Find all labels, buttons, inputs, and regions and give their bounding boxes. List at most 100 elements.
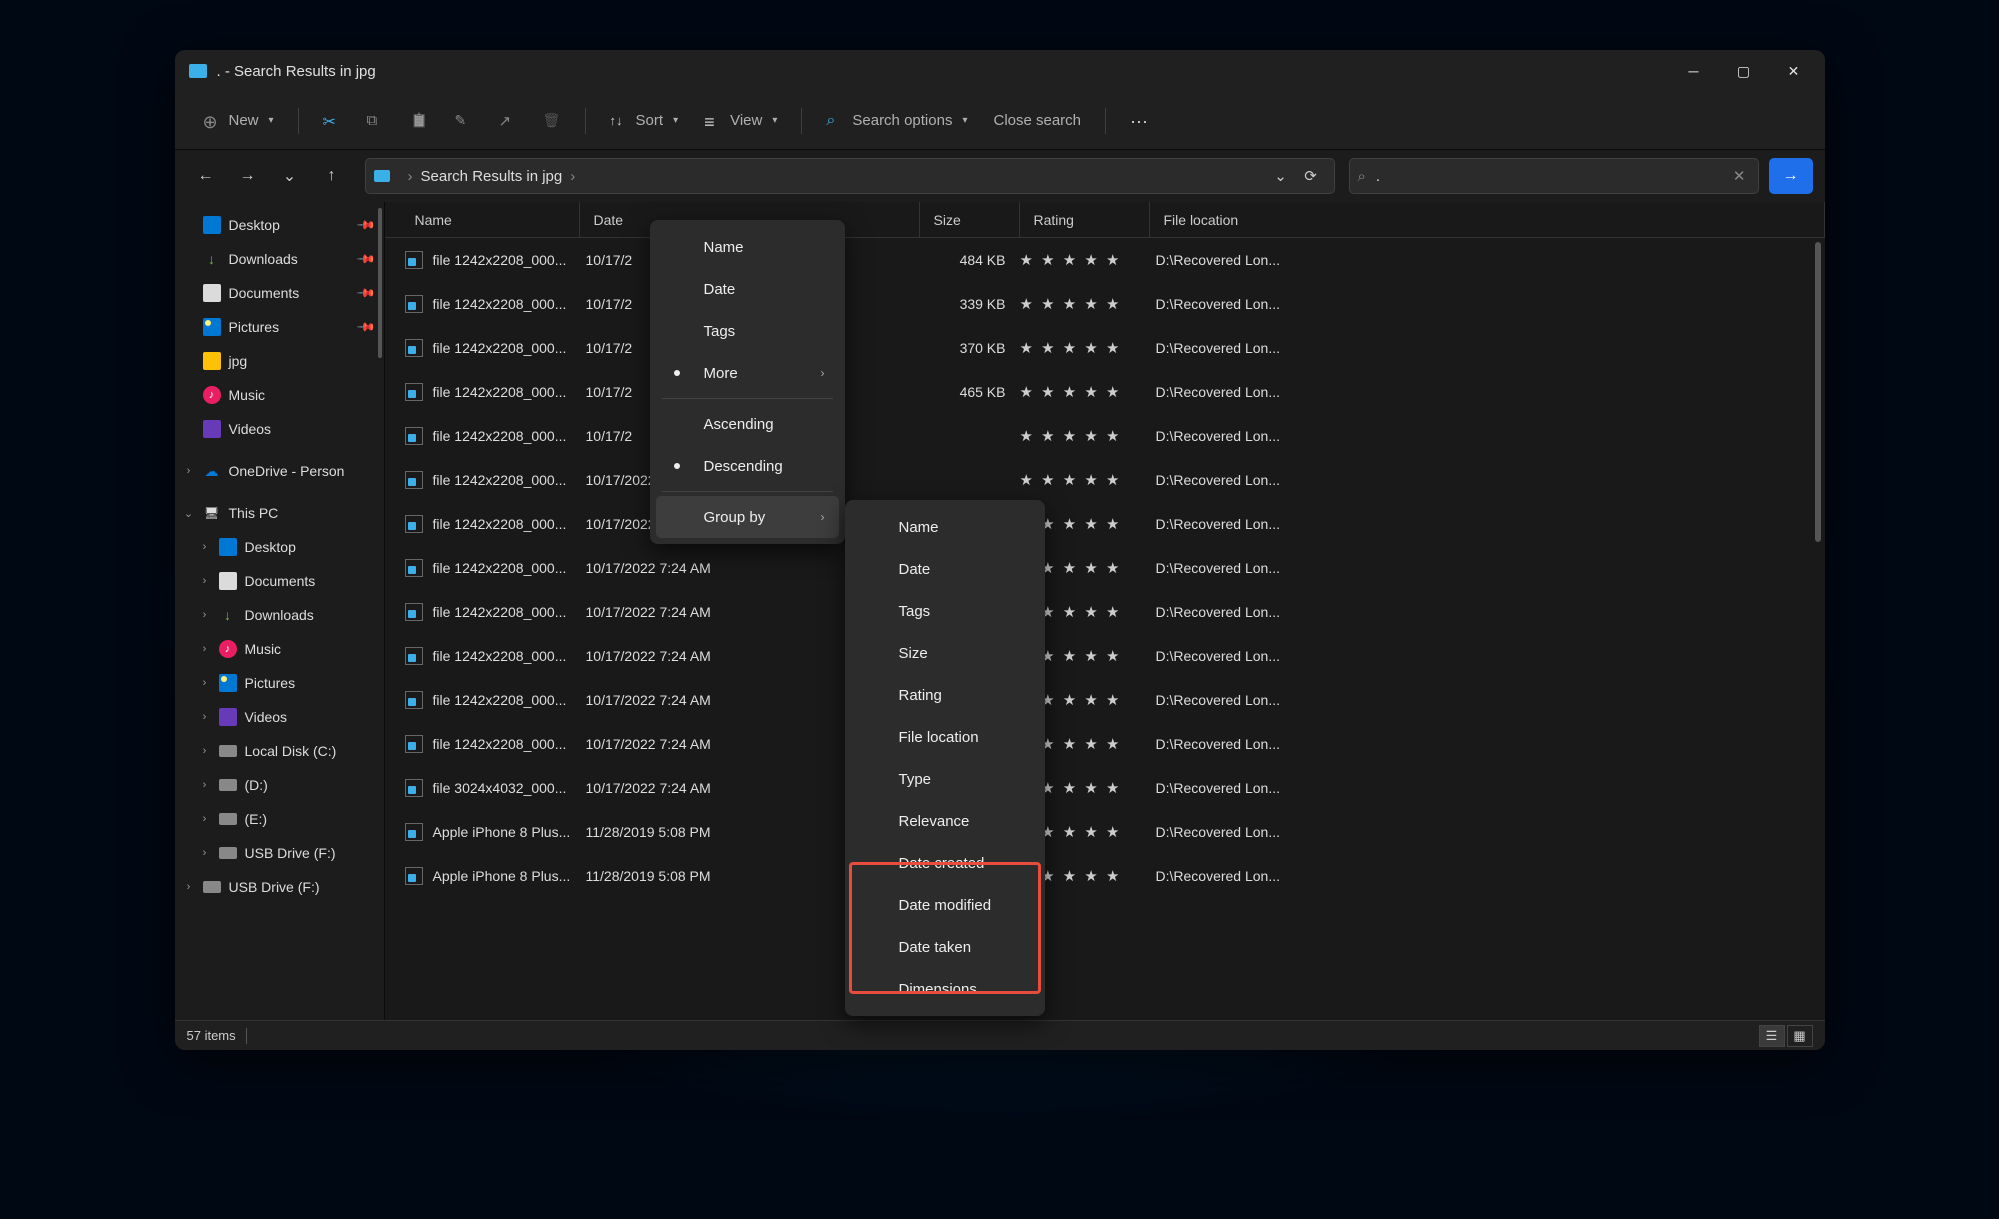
groupby-date-taken[interactable]: Date taken	[851, 926, 1039, 968]
sort-menu-date[interactable]: Date	[656, 268, 839, 310]
maximize-button[interactable]: ▢	[1719, 50, 1769, 92]
file-row[interactable]: Apple iPhone 8 Plus...11/28/2019 5:08 PM…	[385, 810, 1825, 854]
groupby-file-location[interactable]: File location	[851, 716, 1039, 758]
new-button[interactable]: New▾	[193, 102, 284, 140]
rename-button[interactable]	[445, 102, 483, 140]
forward-button[interactable]: →	[229, 157, 267, 195]
sidebar-item[interactable]: ›(E:)	[175, 802, 384, 836]
back-button[interactable]: ←	[187, 157, 225, 195]
chevron-right-icon[interactable]: ›	[181, 465, 197, 477]
groupby-name[interactable]: Name	[851, 506, 1039, 548]
view-button[interactable]: View▾	[694, 102, 787, 140]
chevron-down-icon[interactable]: ⌄	[181, 507, 197, 520]
groupby-type[interactable]: Type	[851, 758, 1039, 800]
column-header-location[interactable]: File location	[1150, 202, 1825, 237]
copy-button[interactable]	[357, 102, 395, 140]
chevron-right-icon[interactable]: ›	[197, 541, 213, 553]
refresh-button[interactable]: ⟳	[1296, 161, 1326, 191]
title-bar[interactable]: . - Search Results in jpg ─ ▢ ✕	[175, 50, 1825, 92]
paste-button[interactable]	[401, 102, 439, 140]
sidebar-item[interactable]: ›Desktop	[175, 530, 384, 564]
sort-menu-group-by[interactable]: Group by›	[656, 496, 839, 538]
breadcrumb-item[interactable]: Search Results in jpg	[421, 168, 563, 185]
chevron-right-icon[interactable]: ›	[197, 745, 213, 757]
sidebar-item[interactable]: ›Documents	[175, 564, 384, 598]
file-row[interactable]: file 1242x2208_000...10/17/2022 7:24 AM★…	[385, 458, 1825, 502]
search-submit-button[interactable]: →	[1769, 158, 1813, 194]
chevron-right-icon[interactable]: ›	[197, 609, 213, 621]
sidebar-item[interactable]: ›Pictures	[175, 666, 384, 700]
groupby-size[interactable]: Size	[851, 632, 1039, 674]
share-button[interactable]	[489, 102, 527, 140]
file-row[interactable]: file 1242x2208_000...10/17/2022 7:24 AM★…	[385, 546, 1825, 590]
file-row[interactable]: file 1242x2208_000...10/17/2★ ★ ★ ★ ★D:\…	[385, 414, 1825, 458]
chevron-right-icon[interactable]: ›	[181, 881, 197, 893]
sidebar-item[interactable]: Pictures📌	[175, 310, 384, 344]
file-row[interactable]: file 3024x4032_000...10/17/2022 7:24 AM★…	[385, 766, 1825, 810]
file-row[interactable]: file 1242x2208_000...10/17/2022 7:24 AM★…	[385, 678, 1825, 722]
sidebar-item[interactable]: Documents📌	[175, 276, 384, 310]
chevron-right-icon[interactable]: ›	[197, 813, 213, 825]
file-row[interactable]: file 1242x2208_000...10/17/2370 KB★ ★ ★ …	[385, 326, 1825, 370]
scrollbar[interactable]	[1815, 242, 1821, 542]
close-button[interactable]: ✕	[1769, 50, 1819, 92]
recent-button[interactable]: ⌄	[271, 157, 309, 195]
groupby-tags[interactable]: Tags	[851, 590, 1039, 632]
sidebar-item-usb-drive[interactable]: ›USB Drive (F:)	[175, 870, 384, 904]
address-bar[interactable]: › Search Results in jpg › ⌄ ⟳	[365, 158, 1335, 194]
sidebar-item[interactable]: Downloads📌	[175, 242, 384, 276]
column-header-name[interactable]: Name	[385, 202, 580, 237]
dropdown-button[interactable]: ⌄	[1266, 161, 1296, 191]
chevron-right-icon[interactable]: ›	[197, 575, 213, 587]
groupby-date-modified[interactable]: Date modified	[851, 884, 1039, 926]
close-search-button[interactable]: Close search	[983, 102, 1091, 140]
groupby-rating[interactable]: Rating	[851, 674, 1039, 716]
column-header-size[interactable]: Size	[920, 202, 1020, 237]
chevron-right-icon[interactable]: ›	[197, 711, 213, 723]
file-row[interactable]: file 1242x2208_000...10/17/2022 7:24 AM★…	[385, 502, 1825, 546]
sidebar-item[interactable]: ›Music	[175, 632, 384, 666]
sort-menu-more[interactable]: More›	[656, 352, 839, 394]
sidebar-item[interactable]: ›Downloads	[175, 598, 384, 632]
sidebar-item[interactable]: jpg	[175, 344, 384, 378]
file-row[interactable]: file 1242x2208_000...10/17/2022 7:24 AM★…	[385, 722, 1825, 766]
sidebar-item[interactable]: ›Videos	[175, 700, 384, 734]
file-row[interactable]: file 1242x2208_000...10/17/2022 7:24 AM★…	[385, 590, 1825, 634]
cut-button[interactable]	[313, 102, 351, 140]
more-button[interactable]	[1120, 102, 1158, 140]
sidebar-item[interactable]: ›(D:)	[175, 768, 384, 802]
search-input[interactable]: ⌕ . ✕	[1349, 158, 1759, 194]
sidebar-item[interactable]: ›Local Disk (C:)	[175, 734, 384, 768]
groupby-date[interactable]: Date	[851, 548, 1039, 590]
sidebar-item-onedrive[interactable]: ›OneDrive - Person	[175, 454, 384, 488]
column-header-rating[interactable]: Rating	[1020, 202, 1150, 237]
thumbnails-view-button[interactable]: ▦	[1787, 1025, 1813, 1047]
groupby-dimensions[interactable]: Dimensions	[851, 968, 1039, 1010]
sort-menu-tags[interactable]: Tags	[656, 310, 839, 352]
chevron-right-icon[interactable]: ›	[197, 847, 213, 859]
sort-menu-descending[interactable]: Descending	[656, 445, 839, 487]
up-button[interactable]: ↑	[313, 157, 351, 195]
file-row[interactable]: file 1242x2208_000...10/17/2465 KB★ ★ ★ …	[385, 370, 1825, 414]
sidebar-item[interactable]: ›USB Drive (F:)	[175, 836, 384, 870]
chevron-right-icon[interactable]: ›	[197, 643, 213, 655]
minimize-button[interactable]: ─	[1669, 50, 1719, 92]
chevron-right-icon[interactable]: ›	[197, 779, 213, 791]
sidebar-item[interactable]: Videos	[175, 412, 384, 446]
groupby-relevance[interactable]: Relevance	[851, 800, 1039, 842]
clear-search-button[interactable]: ✕	[1729, 163, 1750, 189]
file-row[interactable]: Apple iPhone 8 Plus...11/28/2019 5:08 PM…	[385, 854, 1825, 898]
sort-menu-name[interactable]: Name	[656, 226, 839, 268]
file-row[interactable]: file 1242x2208_000...10/17/2484 KB★ ★ ★ …	[385, 238, 1825, 282]
sidebar-item[interactable]: Music	[175, 378, 384, 412]
groupby-date-created[interactable]: Date created	[851, 842, 1039, 884]
file-row[interactable]: file 1242x2208_000...10/17/2022 7:24 AM★…	[385, 634, 1825, 678]
search-options-button[interactable]: Search options▾	[816, 102, 977, 140]
delete-button[interactable]	[533, 102, 571, 140]
sort-button[interactable]: Sort▾	[600, 102, 689, 140]
sort-menu-ascending[interactable]: Ascending	[656, 403, 839, 445]
sidebar-item-this-pc[interactable]: ⌄This PC	[175, 496, 384, 530]
file-row[interactable]: file 1242x2208_000...10/17/2339 KB★ ★ ★ …	[385, 282, 1825, 326]
sidebar-item[interactable]: Desktop📌	[175, 208, 384, 242]
details-view-button[interactable]: ☰	[1759, 1025, 1785, 1047]
